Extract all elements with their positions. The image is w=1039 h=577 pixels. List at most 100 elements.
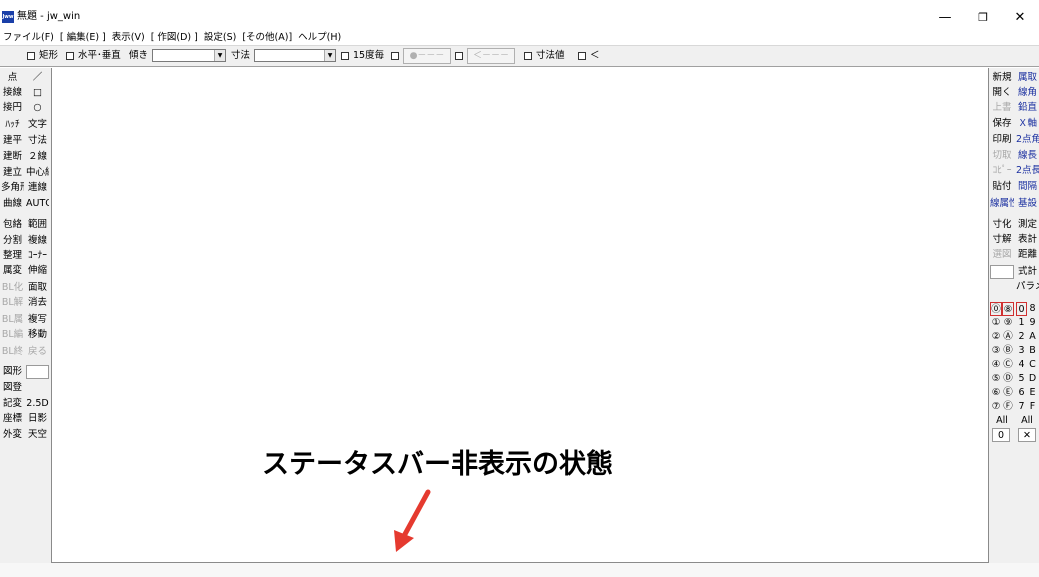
menu-help[interactable]: ヘルプ(H) (298, 32, 341, 44)
right-tool-12-b[interactable]: 式計 (1016, 265, 1039, 279)
right-tool-2-b[interactable]: 鉛直 (1016, 101, 1039, 115)
right-tool-9-a[interactable]: 寸化 (990, 218, 1014, 232)
left-tool-8-b[interactable]: AUTO (26, 197, 49, 211)
layer-group-2[interactable]: ② (990, 330, 1002, 344)
layer-1[interactable]: 1 (1016, 316, 1027, 330)
right-tool-7-b[interactable]: 間隔 (1016, 180, 1039, 194)
left-tool-19-a[interactable]: 図登 (1, 381, 24, 395)
right-tool-1-a[interactable]: 開く (990, 86, 1014, 100)
left-tool-21-a[interactable]: 座標 (1, 412, 24, 426)
layer-group-13[interactable]: Ⓓ (1002, 372, 1014, 386)
left-tool-13-a[interactable]: BL化 (1, 281, 24, 295)
left-tool-19-b[interactable] (26, 381, 49, 395)
all-layer-groups-button[interactable]: All (992, 414, 1012, 428)
horiz-vert-option[interactable]: 水平･垂直 (66, 50, 121, 62)
layer-group-7[interactable]: ⑦ (990, 400, 1002, 414)
dimension-value-checkbox[interactable] (524, 52, 532, 60)
right-tool-0-a[interactable]: 新規 (990, 71, 1014, 85)
all-layers-button[interactable]: All (1017, 414, 1037, 428)
layer-6[interactable]: 6 (1016, 386, 1027, 400)
layer-10[interactable]: A (1027, 330, 1038, 344)
right-tool-10-a[interactable]: 寸解 (990, 233, 1014, 247)
left-tool-9-a[interactable]: 包絡 (1, 218, 24, 232)
layer-4[interactable]: 4 (1016, 358, 1027, 372)
left-tool-22-b[interactable]: 天空 (26, 428, 49, 442)
right-tool-7-a[interactable]: 貼付 (990, 180, 1014, 194)
left-tool-0-b[interactable]: ／ (26, 71, 49, 85)
right-tool-13-b[interactable]: パラメ (1016, 280, 1039, 294)
left-tool-10-a[interactable]: 分割 (1, 234, 24, 248)
horiz-vert-checkbox[interactable] (66, 52, 74, 60)
left-tool-22-a[interactable]: 外変 (1, 428, 24, 442)
right-tool-11-a[interactable]: 選図 (990, 248, 1014, 262)
left-tool-11-b[interactable]: ｺｰﾅｰ (26, 249, 49, 263)
left-tool-6-a[interactable]: 建立 (1, 166, 24, 180)
left-tool-7-b[interactable]: 連線 (26, 181, 49, 195)
right-tool-3-a[interactable]: 保存 (990, 117, 1014, 131)
layer-8[interactable]: 8 (1027, 302, 1038, 316)
menu-view[interactable]: 表示(V) (112, 32, 145, 44)
rect-option[interactable]: 矩形 (27, 50, 58, 62)
extra-option[interactable]: ＜ (578, 50, 600, 62)
layer-13[interactable]: D (1027, 372, 1038, 386)
dimension-select[interactable]: ▼ (254, 49, 336, 62)
left-tool-11-a[interactable]: 整理 (1, 249, 24, 263)
layer-group-15[interactable]: Ⓕ (1002, 400, 1014, 414)
drawing-canvas[interactable] (51, 68, 989, 563)
left-tool-18-b[interactable] (26, 365, 49, 379)
layer-11[interactable]: B (1027, 344, 1038, 358)
left-tool-9-b[interactable]: 範囲 (26, 218, 49, 232)
layer-group-0[interactable]: ⓪ (990, 302, 1002, 316)
left-tool-16-a[interactable]: BL編 (1, 328, 24, 342)
dimension-value-option[interactable]: 寸法値 (524, 50, 565, 62)
right-tool-5-a[interactable]: 切取 (990, 149, 1014, 163)
chevron-down-icon[interactable]: ▼ (214, 50, 225, 61)
layer-group-10[interactable]: Ⓐ (1002, 330, 1014, 344)
arrow-mode-button[interactable]: ＜－－－ (467, 48, 515, 64)
layer-14[interactable]: E (1027, 386, 1038, 400)
menu-draw[interactable]: [ 作図(D) ] (151, 32, 198, 44)
deg15-option[interactable]: 15度毎 (341, 50, 384, 62)
layer-group-3[interactable]: ③ (990, 344, 1002, 358)
chevron-down-icon[interactable]: ▼ (324, 50, 335, 61)
right-tool-0-b[interactable]: 属取 (1016, 71, 1039, 85)
menu-other[interactable]: [その他(A)] (242, 32, 292, 44)
layer-group-9[interactable]: ⑨ (1002, 316, 1014, 330)
left-tool-1-b[interactable]: □ (26, 86, 49, 100)
left-tool-20-b[interactable]: 2.5D (26, 397, 49, 411)
layer-group-12[interactable]: Ⓒ (1002, 358, 1014, 372)
left-tool-2-b[interactable]: ○ (26, 101, 49, 115)
right-tool-6-b[interactable]: 2点長 (1016, 164, 1039, 178)
left-tool-17-a[interactable]: BL終 (1, 345, 24, 359)
right-tool-5-b[interactable]: 線長 (1016, 149, 1039, 163)
layer-cross-button[interactable]: ✕ (1018, 428, 1036, 442)
right-tool-4-b[interactable]: 2点角 (1016, 133, 1039, 147)
menu-file[interactable]: ファイル(F) (3, 32, 54, 44)
layer-3[interactable]: 3 (1016, 344, 1027, 358)
extra-checkbox[interactable] (578, 52, 586, 60)
left-tool-4-b[interactable]: 寸法 (26, 134, 49, 148)
layer-2[interactable]: 2 (1016, 330, 1027, 344)
left-tool-8-a[interactable]: 曲線 (1, 197, 24, 211)
left-tool-18-a[interactable]: 図形 (1, 365, 24, 379)
left-tool-2-a[interactable]: 接円 (1, 101, 24, 115)
left-tool-10-b[interactable]: 複線 (26, 234, 49, 248)
menu-settings[interactable]: 設定(S) (204, 32, 236, 44)
minimize-button[interactable]: — (925, 6, 965, 30)
right-tool-2-a[interactable]: 上書 (990, 101, 1014, 115)
right-tool-11-b[interactable]: 距離 (1016, 248, 1039, 262)
layer-zero-button[interactable]: 0 (992, 428, 1010, 442)
layer-group-4[interactable]: ④ (990, 358, 1002, 372)
left-tool-14-b[interactable]: 消去 (26, 296, 49, 310)
layer-group-1[interactable]: ① (990, 316, 1002, 330)
right-tool-9-b[interactable]: 測定 (1016, 218, 1039, 232)
layer-12[interactable]: C (1027, 358, 1038, 372)
layer-0[interactable]: 0 (1016, 302, 1027, 316)
left-tool-5-b[interactable]: ２線 (26, 150, 49, 164)
right-tool-8-b[interactable]: 基設 (1016, 197, 1039, 211)
layer-15[interactable]: F (1027, 400, 1038, 414)
left-tool-17-b[interactable]: 戻る (26, 345, 49, 359)
left-tool-5-a[interactable]: 建断 (1, 150, 24, 164)
right-tool-13-a[interactable] (990, 280, 1014, 294)
close-button[interactable]: ✕ (1000, 6, 1039, 30)
